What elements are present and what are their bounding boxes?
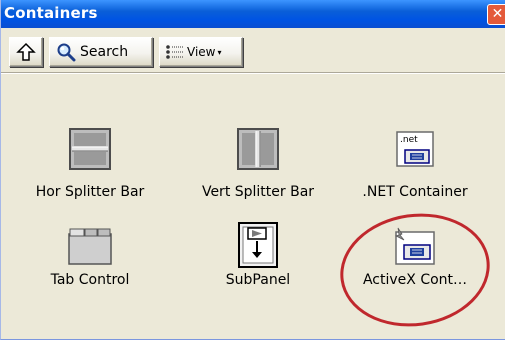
- palette-item-label: .NET Container: [362, 184, 468, 200]
- view-button-label: View: [187, 45, 216, 59]
- palette-item-label: Vert Splitter Bar: [201, 184, 315, 200]
- horizontal-splitter-icon: [69, 128, 111, 170]
- chevron-down-icon: ▾: [217, 47, 222, 57]
- net-container-icon: .net: [396, 131, 434, 167]
- up-arrow-icon: [16, 42, 36, 61]
- search-button-label: Search: [80, 44, 129, 60]
- palette-item-label: SubPanel: [225, 272, 291, 288]
- containers-palette-window: Containers ✕ Search View ▾ Hor Splitter …: [0, 0, 505, 340]
- close-button[interactable]: ✕: [487, 4, 505, 25]
- subpanel-icon: [238, 222, 278, 268]
- search-icon: [57, 43, 76, 62]
- search-button[interactable]: Search: [49, 37, 153, 67]
- view-button[interactable]: View ▾: [159, 37, 243, 67]
- net-icon-text: .net: [400, 135, 418, 145]
- view-list-icon: [166, 45, 183, 59]
- palette-item-label: Tab Control: [50, 272, 130, 288]
- vertical-splitter-icon: [237, 128, 279, 170]
- title-bar[interactable]: Containers ✕: [1, 0, 505, 28]
- window-title: Containers: [4, 4, 98, 22]
- tab-control-icon: [68, 228, 112, 265]
- close-icon: ✕: [491, 6, 504, 22]
- up-button[interactable]: [9, 37, 43, 67]
- palette-item-label: Hor Splitter Bar: [35, 184, 145, 200]
